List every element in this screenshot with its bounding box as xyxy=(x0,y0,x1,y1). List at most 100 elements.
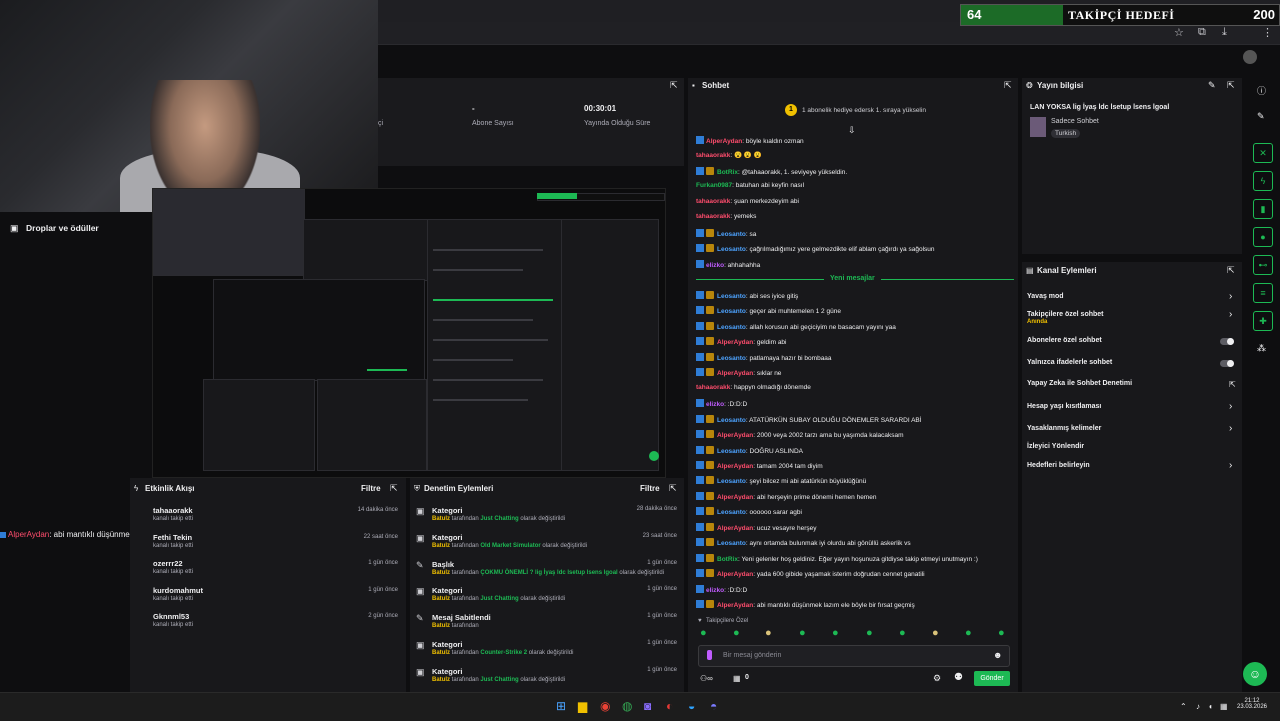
raid-icon[interactable]: ✕ xyxy=(1253,143,1273,163)
chat-username[interactable]: Leosanto xyxy=(717,355,746,362)
popout-icon[interactable]: ⇱ xyxy=(1004,80,1012,91)
toggle-switch[interactable] xyxy=(1220,360,1234,367)
chevron-right-icon[interactable]: › xyxy=(1229,309,1232,320)
settings-gear-icon[interactable]: ⚙ xyxy=(933,673,941,684)
chevron-right-icon[interactable]: › xyxy=(1229,291,1232,302)
drops-label[interactable]: Droplar ve ödüller xyxy=(26,223,99,233)
users-icon[interactable]: ⚇∞ xyxy=(700,674,713,683)
edge-icon[interactable]: ◒ xyxy=(688,699,695,713)
share-icon[interactable]: ⁂ xyxy=(1257,343,1266,354)
chat-username[interactable]: Leosanto xyxy=(717,324,746,331)
chat-username[interactable]: Leosanto xyxy=(717,509,746,516)
star-icon[interactable]: ☆ xyxy=(1174,26,1184,39)
emote-icon[interactable]: ● xyxy=(832,627,839,639)
pinned-message[interactable]: 1 abonelik hediye edersk 1. sıraya yükse… xyxy=(802,107,926,114)
emote-icon[interactable]: ● xyxy=(965,627,972,639)
chat-username[interactable]: AlperAydan xyxy=(706,138,742,145)
emote-icon[interactable]: ● xyxy=(700,627,707,639)
avatar[interactable] xyxy=(1243,50,1257,64)
chat-username[interactable]: Leosanto xyxy=(717,478,746,485)
external-link-icon[interactable]: ⇱ xyxy=(1229,380,1236,389)
channel-action-label[interactable]: Yapay Zeka ile Sohbet Denetimi xyxy=(1027,380,1132,387)
chat-username[interactable]: tahaaorakk xyxy=(696,213,730,220)
chat-username[interactable]: AlperAydan xyxy=(717,370,753,377)
chat-username[interactable]: elizko xyxy=(706,587,724,594)
popout-icon[interactable]: ⇱ xyxy=(1227,265,1235,276)
popout-icon[interactable]: ⇱ xyxy=(1227,80,1235,91)
emoji-icon[interactable]: ☻ xyxy=(993,650,1002,660)
split-icon[interactable]: ⊷ xyxy=(1253,255,1273,275)
network-icon[interactable]: ▦ xyxy=(1220,702,1228,711)
channel-action-label[interactable]: Hedefleri belirleyin xyxy=(1027,462,1090,469)
stream-preview[interactable] xyxy=(152,188,666,478)
chat-username[interactable]: BotRix xyxy=(717,556,738,563)
emote-icon[interactable]: ● xyxy=(932,627,939,639)
emote-icon[interactable]: ● xyxy=(765,627,772,639)
popout-icon[interactable]: ⇱ xyxy=(669,483,677,494)
chat-username[interactable]: AlperAydan xyxy=(717,463,753,470)
channel-action-label[interactable]: Abonelere özel sohbet xyxy=(1027,337,1102,344)
chat-username[interactable]: BotRix xyxy=(717,169,738,176)
chat-username[interactable]: tahaaorakk xyxy=(696,152,730,159)
chat-username[interactable]: Leosanto xyxy=(717,308,746,315)
chat-username[interactable]: elizko xyxy=(706,262,724,269)
emote-icon[interactable]: ● xyxy=(799,627,806,639)
chat-username[interactable]: Leosanto xyxy=(717,417,746,424)
emote-icon[interactable]: ● xyxy=(733,627,740,639)
chrome-icon[interactable]: ◉ xyxy=(600,699,610,713)
volume-icon[interactable]: ◖ xyxy=(1208,702,1213,711)
chat-username[interactable]: elizko xyxy=(706,401,724,408)
chat-input[interactable]: Bir mesaj gönderin ☻ xyxy=(698,645,1010,667)
mic-icon[interactable]: ♪ xyxy=(1196,702,1200,711)
chat-username[interactable]: tahaaorakk xyxy=(696,198,730,205)
message-icon[interactable]: ● xyxy=(1253,227,1273,247)
chat-username[interactable]: Furkan0987 xyxy=(696,182,732,189)
channel-action-label[interactable]: Takipçilere özel sohbet xyxy=(1027,311,1104,318)
channel-action-label[interactable]: Hesap yaşı kısıtlaması xyxy=(1027,403,1101,410)
info-icon[interactable]: ⓘ xyxy=(1257,84,1266,97)
support-chat-icon[interactable]: ☺ xyxy=(1243,662,1267,686)
emote-icon[interactable]: ● xyxy=(998,627,1005,639)
channel-action-label[interactable]: Yalnızca ifadelerle sohbet xyxy=(1027,359,1112,366)
chat-username[interactable]: Leosanto xyxy=(717,540,746,547)
app-icon[interactable]: ◍ xyxy=(622,699,632,713)
chat-username[interactable]: AlperAydan xyxy=(717,602,753,609)
emote-icon[interactable]: ● xyxy=(899,627,906,639)
send-button[interactable]: Gönder xyxy=(974,671,1010,686)
wrench-icon[interactable]: ✚ xyxy=(1253,311,1273,331)
chevron-right-icon[interactable]: › xyxy=(1229,423,1232,434)
extensions-icon[interactable]: ⧉ xyxy=(1198,26,1206,39)
app-icon[interactable]: ◓ xyxy=(710,699,717,713)
menu-icon[interactable]: ⋮ xyxy=(1262,26,1273,39)
chat-username[interactable]: AlperAydan xyxy=(717,525,753,532)
channel-action-label[interactable]: İzleyici Yönlendir xyxy=(1027,443,1084,450)
popout-icon[interactable]: ⇱ xyxy=(670,80,678,91)
bot-icon[interactable]: ⚉ xyxy=(954,672,963,683)
moderation-filter-button[interactable]: Filtre xyxy=(640,484,660,493)
edit-pencil-icon[interactable]: ✎ xyxy=(1257,111,1265,122)
expand-chevron-icon[interactable]: ⇩ xyxy=(848,125,856,136)
chat-username[interactable]: Leosanto xyxy=(717,246,746,253)
taskbar-clock[interactable]: 21:12 23.03.2026 xyxy=(1232,698,1272,710)
channel-action-label[interactable]: Yasaklanmış kelimeler xyxy=(1027,425,1101,432)
clip-icon[interactable]: ▮ xyxy=(1253,199,1273,219)
discord-icon[interactable]: ◙ xyxy=(644,699,651,713)
chat-username[interactable]: tahaaorakk xyxy=(696,384,730,391)
popout-icon[interactable]: ⇱ xyxy=(390,483,398,494)
download-icon[interactable]: ⤓ xyxy=(1222,26,1227,39)
tray-chevron-icon[interactable]: ⌃ xyxy=(1180,702,1187,711)
chevron-right-icon[interactable]: › xyxy=(1229,460,1232,471)
obs-icon[interactable]: ◐ xyxy=(666,699,673,713)
toggle-switch[interactable] xyxy=(1220,338,1234,345)
list-icon[interactable]: ≡ xyxy=(1253,283,1273,303)
chat-username[interactable]: AlperAydan xyxy=(717,571,753,578)
chat-username[interactable]: AlperAydan xyxy=(717,339,753,346)
channel-action-label[interactable]: Yavaş mod xyxy=(1027,293,1064,300)
file-explorer-icon[interactable]: ▆ xyxy=(578,699,587,713)
activity-filter-button[interactable]: Filtre xyxy=(361,484,381,493)
chat-username[interactable]: Leosanto xyxy=(717,293,746,300)
windows-start-icon[interactable]: ⊞ xyxy=(556,699,566,713)
lightning-icon[interactable]: ϟ xyxy=(1253,171,1273,191)
chat-username[interactable]: Leosanto xyxy=(717,448,746,455)
chat-username[interactable]: AlperAydan xyxy=(717,494,753,501)
